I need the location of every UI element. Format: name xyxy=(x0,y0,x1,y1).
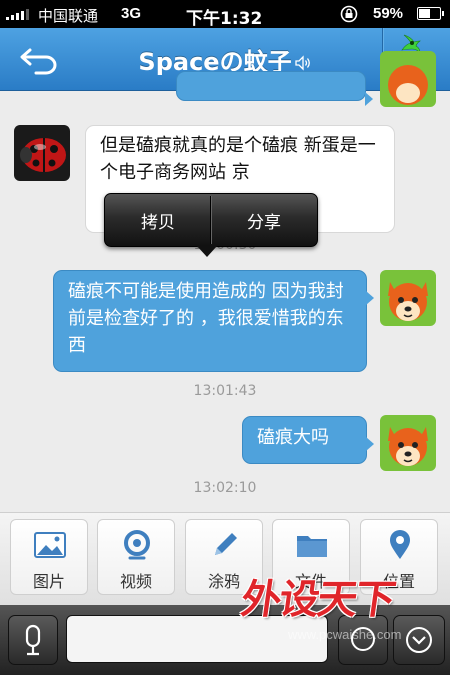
message-bubble-outgoing[interactable]: 磕痕不可能是使用造成的 因为我封前是检查好了的 ，我很爱惜我的东西 xyxy=(53,270,374,372)
contact-avatar[interactable] xyxy=(14,125,70,181)
video-label: 视频 xyxy=(119,572,152,591)
pencil-icon xyxy=(215,533,237,555)
carrier-name: 中国联通 xyxy=(38,7,99,25)
signal-strength-icon xyxy=(6,9,29,20)
speaker-icon xyxy=(294,55,310,71)
status-bar: 中国联通 3G 下午1:32 59% xyxy=(0,0,450,29)
timestamp: 13:01:43 xyxy=(193,383,257,399)
file-button[interactable]: 文件 xyxy=(272,519,350,595)
context-menu: 拷贝 分享 xyxy=(104,193,318,257)
emoji-button[interactable] xyxy=(338,615,388,665)
video-button[interactable]: 视频 xyxy=(97,519,175,595)
chat-area[interactable]: 但是磕痕就真的是个磕痕 新蛋是一个电子商务网站 京 13:00:30 磕痕不可能… xyxy=(0,51,450,511)
message-input[interactable] xyxy=(66,615,328,663)
message-text: 但是磕痕就真的是个磕痕 新蛋是一个电子商务网站 京 xyxy=(100,135,376,183)
location-pin-icon xyxy=(390,530,410,559)
attachment-toolbar: 图片 视频 涂鸦 文件 位置 xyxy=(0,512,450,605)
timestamp: 13:02:10 xyxy=(193,480,257,496)
battery-icon xyxy=(417,7,444,20)
location-label: 位置 xyxy=(382,572,415,591)
rotation-lock-icon xyxy=(340,5,358,23)
copy-menu-item[interactable]: 拷贝 xyxy=(105,208,211,233)
message-bubble-outgoing[interactable]: 磕痕大吗 xyxy=(242,416,374,464)
more-icon xyxy=(406,627,432,653)
input-bar xyxy=(0,605,450,675)
voice-button[interactable] xyxy=(8,615,58,665)
picture-icon xyxy=(34,532,66,558)
more-button[interactable] xyxy=(393,615,445,665)
my-avatar[interactable] xyxy=(380,415,436,471)
message-text: 磕痕不可能是使用造成的 因为我封前是检查好了的 ，我很爱惜我的东西 xyxy=(68,281,344,356)
location-button[interactable]: 位置 xyxy=(360,519,438,595)
doodle-label: 涂鸦 xyxy=(207,572,240,591)
picture-button[interactable]: 图片 xyxy=(10,519,88,595)
folder-icon xyxy=(297,536,327,557)
share-menu-item[interactable]: 分享 xyxy=(211,208,317,233)
message-bubble-partial[interactable] xyxy=(176,71,373,106)
network-type: 3G xyxy=(121,5,142,22)
video-icon xyxy=(124,530,150,560)
picture-label: 图片 xyxy=(32,572,65,591)
doodle-button[interactable]: 涂鸦 xyxy=(185,519,263,595)
file-label: 文件 xyxy=(294,572,327,591)
emoji-icon xyxy=(351,627,375,651)
battery-percent: 59% xyxy=(373,5,404,22)
microphone-icon xyxy=(25,624,41,656)
my-avatar[interactable] xyxy=(380,270,436,326)
message-text: 磕痕大吗 xyxy=(257,427,329,448)
my-avatar[interactable] xyxy=(380,51,436,107)
status-time: 下午1:32 xyxy=(186,9,263,29)
